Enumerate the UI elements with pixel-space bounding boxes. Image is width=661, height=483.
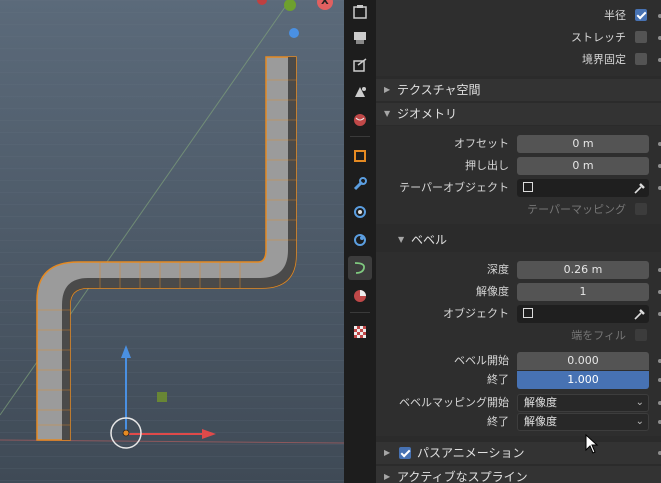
material-tab[interactable]	[348, 284, 372, 308]
texture-space-panel-header[interactable]: ▶ テクスチャ空間	[376, 79, 661, 101]
expand-arrow-icon: ▶	[384, 85, 391, 94]
output-tab[interactable]	[348, 53, 372, 77]
curve-data-tab[interactable]	[348, 256, 372, 280]
chevron-down-icon: ⌄	[635, 416, 644, 427]
render-icon	[354, 32, 366, 44]
stretch-checkbox[interactable]	[635, 31, 647, 43]
bevel-object-field[interactable]	[517, 305, 649, 323]
eyedropper-icon[interactable]	[632, 306, 646, 322]
bevel-end-label: 終了	[487, 373, 509, 386]
modifier-icon	[353, 177, 367, 191]
mouse-cursor-icon	[585, 434, 599, 454]
view-layer-tab[interactable]	[348, 80, 372, 104]
view-layer-icon	[355, 87, 366, 97]
geometry-panel-body: オフセット 0 m 押し出し 0 m テーパーオブジェクト テーパーマッピング	[376, 126, 661, 224]
active-spline-panel-header[interactable]: ▶ アクティブなスプライン	[376, 466, 661, 483]
bevel-end-field[interactable]: 1.000	[517, 371, 649, 389]
mapping-start-value: 解像度	[524, 396, 557, 409]
properties-editor: 半径 ストレッチ 境界固定 ▶ テクスチャ空間 ▼ ジオメトリ オフセット 0 …	[376, 0, 661, 483]
mapping-end-value: 解像度	[524, 415, 557, 428]
radius-checkbox[interactable]	[635, 9, 647, 21]
3d-viewport[interactable]: X	[0, 0, 344, 483]
bevel-panel-body: 深度 0.26 m 解像度 1 オブジェクト 端をフィル ベベル開始 0.000	[376, 252, 661, 436]
stretch-label: ストレッチ	[571, 31, 626, 44]
offset-label: オフセット	[454, 137, 509, 150]
fill-caps-label: 端をフィル	[571, 329, 626, 342]
collapse-arrow-icon: ▼	[398, 235, 405, 244]
bevel-subpanel-header[interactable]: ▼ ベベル	[376, 229, 661, 251]
geometry-title: ジオメトリ	[397, 107, 458, 121]
bounds-clamp-label: 境界固定	[582, 53, 626, 66]
bevel-title: ベベル	[411, 233, 448, 247]
fill-caps-checkbox[interactable]	[635, 329, 647, 341]
eyedropper-icon[interactable]	[632, 180, 646, 196]
path-animation-title: パスアニメーション	[417, 446, 525, 460]
expand-arrow-icon: ▶	[384, 472, 391, 481]
modifier-tab[interactable]	[348, 172, 372, 196]
geometry-panel-header[interactable]: ▼ ジオメトリ	[376, 103, 661, 125]
extrude-label: 押し出し	[465, 159, 509, 172]
output-icon	[353, 58, 367, 72]
object-picker-icon	[523, 182, 533, 192]
depth-field[interactable]: 0.26 m	[517, 261, 649, 279]
tool-icon	[353, 5, 367, 19]
taper-object-field[interactable]	[517, 179, 649, 197]
viewport-scene	[0, 0, 344, 483]
physics-tab[interactable]	[348, 228, 372, 252]
radius-label: 半径	[604, 9, 626, 22]
collapse-arrow-icon: ▼	[384, 109, 391, 118]
particles-tab[interactable]	[348, 200, 372, 224]
path-animation-panel-header[interactable]: ▶ パスアニメーション	[376, 442, 661, 464]
particles-icon	[354, 206, 366, 218]
taper-mapping-label: テーパーマッピング	[527, 203, 626, 216]
resolution-label: 解像度	[476, 285, 509, 298]
mapping-start-select[interactable]: 解像度 ⌄	[517, 394, 649, 412]
extrude-field[interactable]: 0 m	[517, 157, 649, 175]
depth-label: 深度	[487, 263, 509, 276]
chevron-down-icon: ⌄	[635, 397, 644, 408]
offset-field[interactable]: 0 m	[517, 135, 649, 153]
bounds-clamp-checkbox[interactable]	[635, 53, 647, 65]
properties-tab-bar	[344, 0, 376, 483]
shape-options: 半径 ストレッチ 境界固定	[376, 0, 661, 76]
render-tab[interactable]	[348, 26, 372, 50]
path-animation-checkbox[interactable]	[399, 447, 411, 459]
expand-arrow-icon: ▶	[384, 448, 391, 457]
object-icon	[354, 150, 366, 162]
object-picker-icon	[523, 308, 533, 318]
material-icon	[354, 290, 366, 302]
resolution-field[interactable]: 1	[517, 283, 649, 301]
curve-data-icon	[354, 262, 365, 274]
physics-icon	[354, 234, 366, 246]
taper-object-label: テーパーオブジェクト	[399, 181, 509, 194]
mapping-end-label: 終了	[487, 415, 509, 428]
object-tab[interactable]	[348, 144, 372, 168]
bevel-object-label: オブジェクト	[443, 307, 509, 320]
world-icon	[354, 114, 366, 126]
x-axis-gizmo-label[interactable]: X	[321, 0, 329, 7]
bevel-start-field[interactable]: 0.000	[517, 352, 649, 370]
tool-tab[interactable]	[348, 0, 372, 24]
texture-tab[interactable]	[348, 320, 372, 344]
active-spline-title: アクティブなスプライン	[397, 470, 528, 483]
taper-mapping-checkbox[interactable]	[635, 203, 647, 215]
mapping-end-select[interactable]: 解像度 ⌄	[517, 413, 649, 431]
texture-icon	[354, 326, 366, 338]
scene-tab[interactable]	[348, 108, 372, 132]
texture-space-title: テクスチャ空間	[397, 83, 481, 97]
